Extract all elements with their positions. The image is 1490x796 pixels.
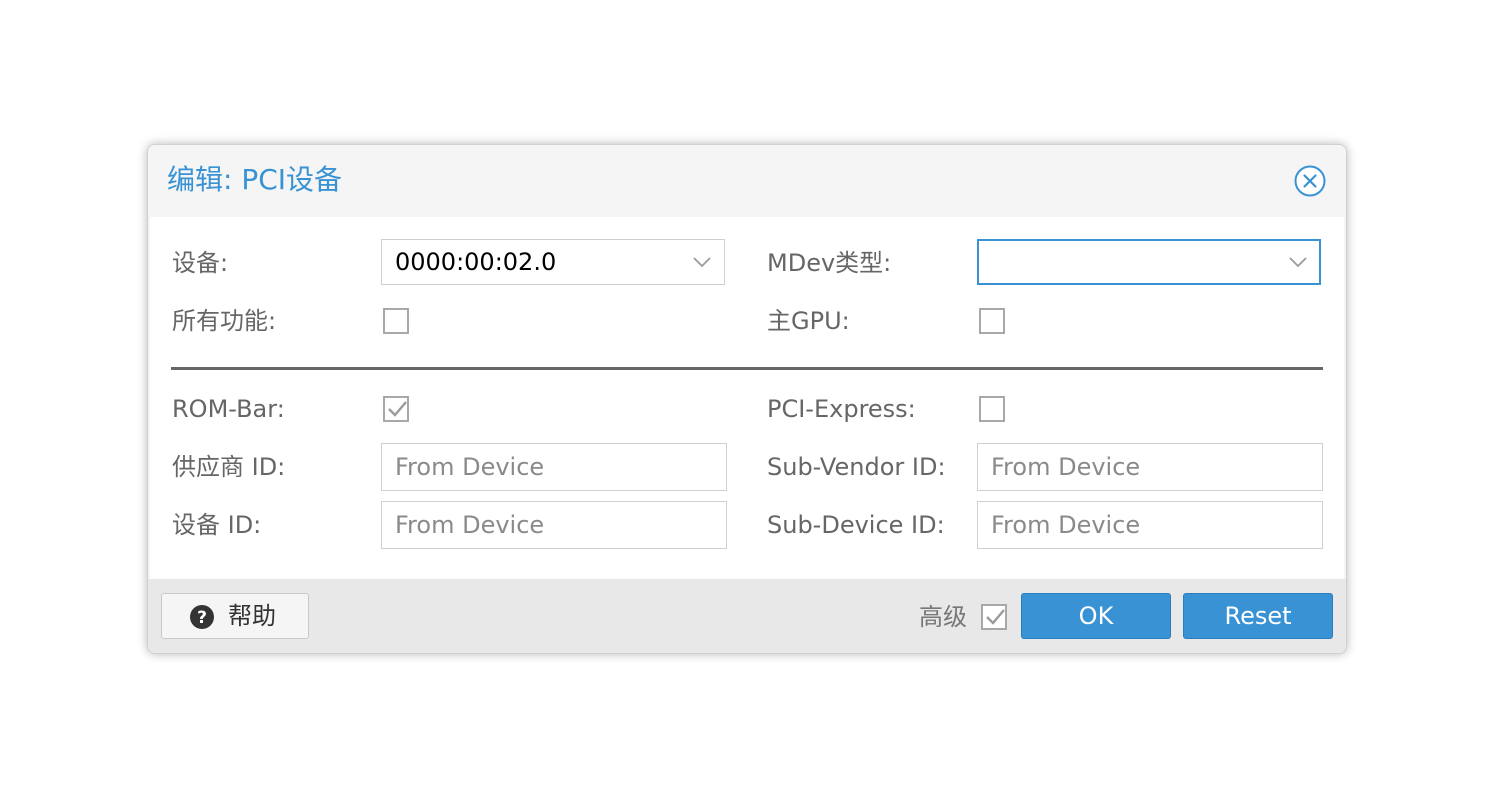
checkmark-icon (388, 401, 407, 417)
close-circle-icon (1294, 165, 1326, 197)
vendor-id-label: 供应商 ID: (172, 453, 286, 481)
device-select-value: 0000:00:02.0 (395, 248, 557, 276)
advanced-checkbox[interactable] (981, 604, 1007, 630)
device-id-input[interactable] (381, 501, 727, 549)
advanced-label: 高级 (919, 603, 967, 631)
dialog-header: 编辑: PCI设备 (148, 145, 1346, 217)
edit-pci-device-dialog: 编辑: PCI设备 设备: 0000:00:02.0 MDev类型: 所有功能:… (147, 144, 1347, 654)
section-separator (171, 367, 1323, 370)
primary-gpu-checkbox[interactable] (979, 308, 1005, 334)
pci-express-checkbox[interactable] (979, 396, 1005, 422)
dialog-footer: ? 帮助 高级 OK Reset (148, 579, 1346, 653)
help-button-label: 帮助 (228, 602, 276, 630)
dialog-title: 编辑: PCI设备 (167, 163, 343, 196)
rom-bar-label: ROM-Bar: (172, 395, 285, 423)
question-circle-icon: ? (190, 605, 214, 629)
device-select[interactable]: 0000:00:02.0 (381, 239, 725, 285)
all-functions-label: 所有功能: (172, 307, 277, 335)
chevron-down-icon[interactable] (1288, 254, 1308, 270)
device-id-label: 设备 ID: (172, 511, 262, 539)
chevron-down-icon[interactable] (692, 254, 712, 270)
mdev-type-select[interactable] (977, 239, 1321, 285)
all-functions-checkbox[interactable] (383, 308, 409, 334)
svg-text:?: ? (197, 608, 207, 628)
help-button[interactable]: ? 帮助 (161, 593, 309, 639)
ok-button[interactable]: OK (1021, 593, 1171, 639)
primary-gpu-label: 主GPU: (767, 307, 850, 335)
sub-device-id-input[interactable] (977, 501, 1323, 549)
mdev-type-label: MDev类型: (767, 249, 892, 277)
close-button[interactable] (1294, 165, 1326, 197)
vendor-id-input[interactable] (381, 443, 727, 491)
checkmark-icon (986, 609, 1005, 625)
sub-vendor-id-input[interactable] (977, 443, 1323, 491)
pci-express-label: PCI-Express: (767, 395, 916, 423)
dialog-body: 设备: 0000:00:02.0 MDev类型: 所有功能: 主GPU: ROM… (150, 217, 1344, 579)
sub-vendor-id-label: Sub-Vendor ID: (767, 453, 946, 481)
reset-button[interactable]: Reset (1183, 593, 1333, 639)
rom-bar-checkbox[interactable] (383, 396, 409, 422)
device-label: 设备: (172, 249, 229, 277)
sub-device-id-label: Sub-Device ID: (767, 511, 945, 539)
